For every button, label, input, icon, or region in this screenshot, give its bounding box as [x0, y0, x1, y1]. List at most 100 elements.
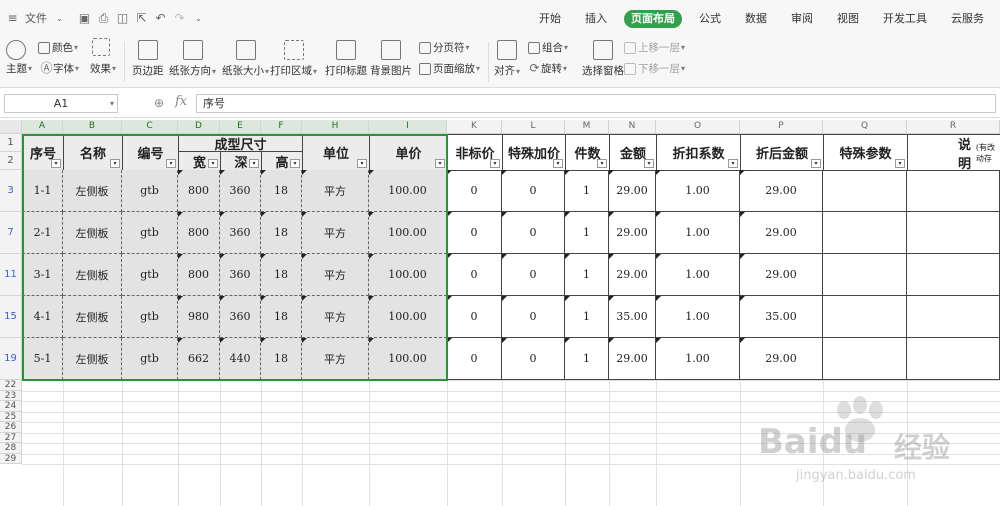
cell-height[interactable]: 18 [261, 254, 302, 296]
tab-8[interactable]: 云服务 [944, 10, 991, 28]
export-icon[interactable]: ⇱ [135, 11, 148, 25]
cell-seq[interactable]: 3-1 [22, 254, 63, 296]
cell-discount[interactable]: 1.00 [656, 296, 740, 338]
cell-empty[interactable] [907, 338, 1000, 380]
cell-discounted[interactable]: 29.00 [740, 254, 823, 296]
tab-3[interactable]: 公式 [692, 10, 728, 28]
redo-icon[interactable]: ↷ [173, 11, 186, 25]
cell-discount[interactable]: 1.00 [656, 338, 740, 380]
header-name[interactable]: 名称 ▾ [63, 134, 123, 171]
cell-special[interactable]: 0 [502, 296, 565, 338]
cell-unit[interactable]: 平方 [302, 254, 369, 296]
cell-unit_price[interactable]: 100.00 [369, 296, 447, 338]
cell-qty[interactable]: 1 [565, 296, 609, 338]
align-button[interactable]: 对齐▾ [494, 40, 520, 78]
name-box[interactable]: A1 ▾ [4, 94, 118, 113]
file-menu[interactable]: 文件 [25, 10, 47, 26]
column-header-D[interactable]: D [178, 120, 220, 134]
filter-dropdown-icon[interactable]: ▾ [895, 159, 905, 168]
cell-unit[interactable]: 平方 [302, 296, 369, 338]
cell-unit_price[interactable]: 100.00 [369, 212, 447, 254]
cell-unit_price[interactable]: 100.00 [369, 338, 447, 380]
cell-empty[interactable] [823, 212, 907, 254]
cell-empty[interactable] [823, 296, 907, 338]
dotted-box-button[interactable] [92, 38, 112, 56]
column-header-H[interactable]: H [302, 120, 369, 134]
filter-dropdown-icon[interactable]: ▾ [249, 159, 259, 168]
filter-dropdown-icon[interactable]: ▾ [490, 159, 500, 168]
cell-qty[interactable]: 1 [565, 170, 609, 212]
cell-width[interactable]: 980 [178, 296, 220, 338]
margins-button[interactable]: 页边距 [132, 40, 164, 78]
filter-dropdown-icon[interactable]: ▾ [644, 159, 654, 168]
column-header-E[interactable]: E [220, 120, 261, 134]
cell-discounted[interactable]: 29.00 [740, 212, 823, 254]
cell-amount[interactable]: 29.00 [609, 170, 656, 212]
row-header-7[interactable]: 7 [0, 212, 22, 254]
filter-dropdown-icon[interactable]: ▾ [728, 159, 738, 168]
header-size-group[interactable]: 成型尺寸 [178, 134, 303, 153]
cell-depth[interactable]: 360 [220, 254, 261, 296]
rotate-button[interactable]: ⟳ 旋转 ▾ [528, 61, 567, 76]
column-header-A[interactable]: A [22, 120, 63, 134]
cell-name[interactable]: 左侧板 [63, 212, 122, 254]
theme-label[interactable]: 主题 ▾ [6, 61, 32, 76]
filter-dropdown-icon[interactable]: ▾ [110, 159, 120, 168]
cell-width[interactable]: 800 [178, 254, 220, 296]
header-seq[interactable]: 序号 ▾ [22, 134, 64, 171]
column-header-N[interactable]: N [609, 120, 656, 134]
cell-seq[interactable]: 1-1 [22, 170, 63, 212]
cell-empty[interactable] [907, 296, 1000, 338]
row-header-26[interactable]: 26 [0, 422, 22, 433]
column-header-F[interactable]: F [261, 120, 302, 134]
cell-nonstd[interactable]: 0 [447, 212, 502, 254]
cell-seq[interactable]: 5-1 [22, 338, 63, 380]
filter-dropdown-icon[interactable]: ▾ [290, 159, 300, 168]
page-breaks-button[interactable]: 分页符 ▾ [419, 40, 470, 55]
effects-button[interactable]: 效果 ▾ [90, 61, 116, 76]
filter-dropdown-icon[interactable]: ▾ [166, 159, 176, 168]
header-discount[interactable]: 折扣系数 ▾ [656, 134, 741, 171]
selection-pane-button[interactable]: 选择窗格 [582, 40, 624, 78]
header-note[interactable]: 说明 (有改动存 [907, 134, 1000, 172]
cell-special[interactable]: 0 [502, 170, 565, 212]
header-special-price[interactable]: 特殊加价 ▾ [502, 134, 566, 171]
cell-unit[interactable]: 平方 [302, 212, 369, 254]
row-header-24[interactable]: 24 [0, 401, 22, 412]
print-titles-button[interactable]: 打印标题 [325, 40, 367, 78]
column-header-P[interactable]: P [740, 120, 823, 134]
cell-unit_price[interactable]: 100.00 [369, 170, 447, 212]
cell-empty[interactable] [907, 254, 1000, 296]
cell-empty[interactable] [907, 170, 1000, 212]
cell-special[interactable]: 0 [502, 212, 565, 254]
cell-name[interactable]: 左侧板 [63, 170, 122, 212]
cell-discounted[interactable]: 29.00 [740, 170, 823, 212]
cell-amount[interactable]: 29.00 [609, 212, 656, 254]
header-depth[interactable]: 深 ▾ [220, 151, 262, 171]
filter-dropdown-icon[interactable]: ▾ [357, 159, 367, 168]
customize-icon[interactable]: ⌄ [192, 12, 205, 25]
header-unit-price[interactable]: 单价 ▾ [369, 134, 448, 171]
cell-empty[interactable] [823, 254, 907, 296]
column-header-C[interactable]: C [122, 120, 178, 134]
fonts-button[interactable]: Ⓐ 字体 ▾ [40, 61, 79, 76]
chevron-down-icon[interactable]: ⌄ [53, 12, 66, 25]
cell-amount[interactable]: 29.00 [609, 338, 656, 380]
row-header-22[interactable]: 22 [0, 380, 22, 391]
tab-4[interactable]: 数据 [738, 10, 774, 28]
column-header-O[interactable]: O [656, 120, 740, 134]
cell-width[interactable]: 800 [178, 170, 220, 212]
cell-discount[interactable]: 1.00 [656, 254, 740, 296]
select-all-corner[interactable] [0, 120, 22, 134]
header-nonstd-price[interactable]: 非标价 ▾ [447, 134, 503, 171]
header-discounted-amount[interactable]: 折后金额 ▾ [740, 134, 824, 171]
cell-nonstd[interactable]: 0 [447, 338, 502, 380]
page-zoom-button[interactable]: 页面缩放 ▾ [419, 61, 480, 76]
theme-button[interactable] [6, 40, 26, 63]
cell-qty[interactable]: 1 [565, 254, 609, 296]
hamburger-menu-icon[interactable]: ≡ [6, 11, 19, 25]
cell-nonstd[interactable]: 0 [447, 296, 502, 338]
cell-seq[interactable]: 4-1 [22, 296, 63, 338]
cell-code[interactable]: gtb [122, 254, 178, 296]
cell-discount[interactable]: 1.00 [656, 212, 740, 254]
